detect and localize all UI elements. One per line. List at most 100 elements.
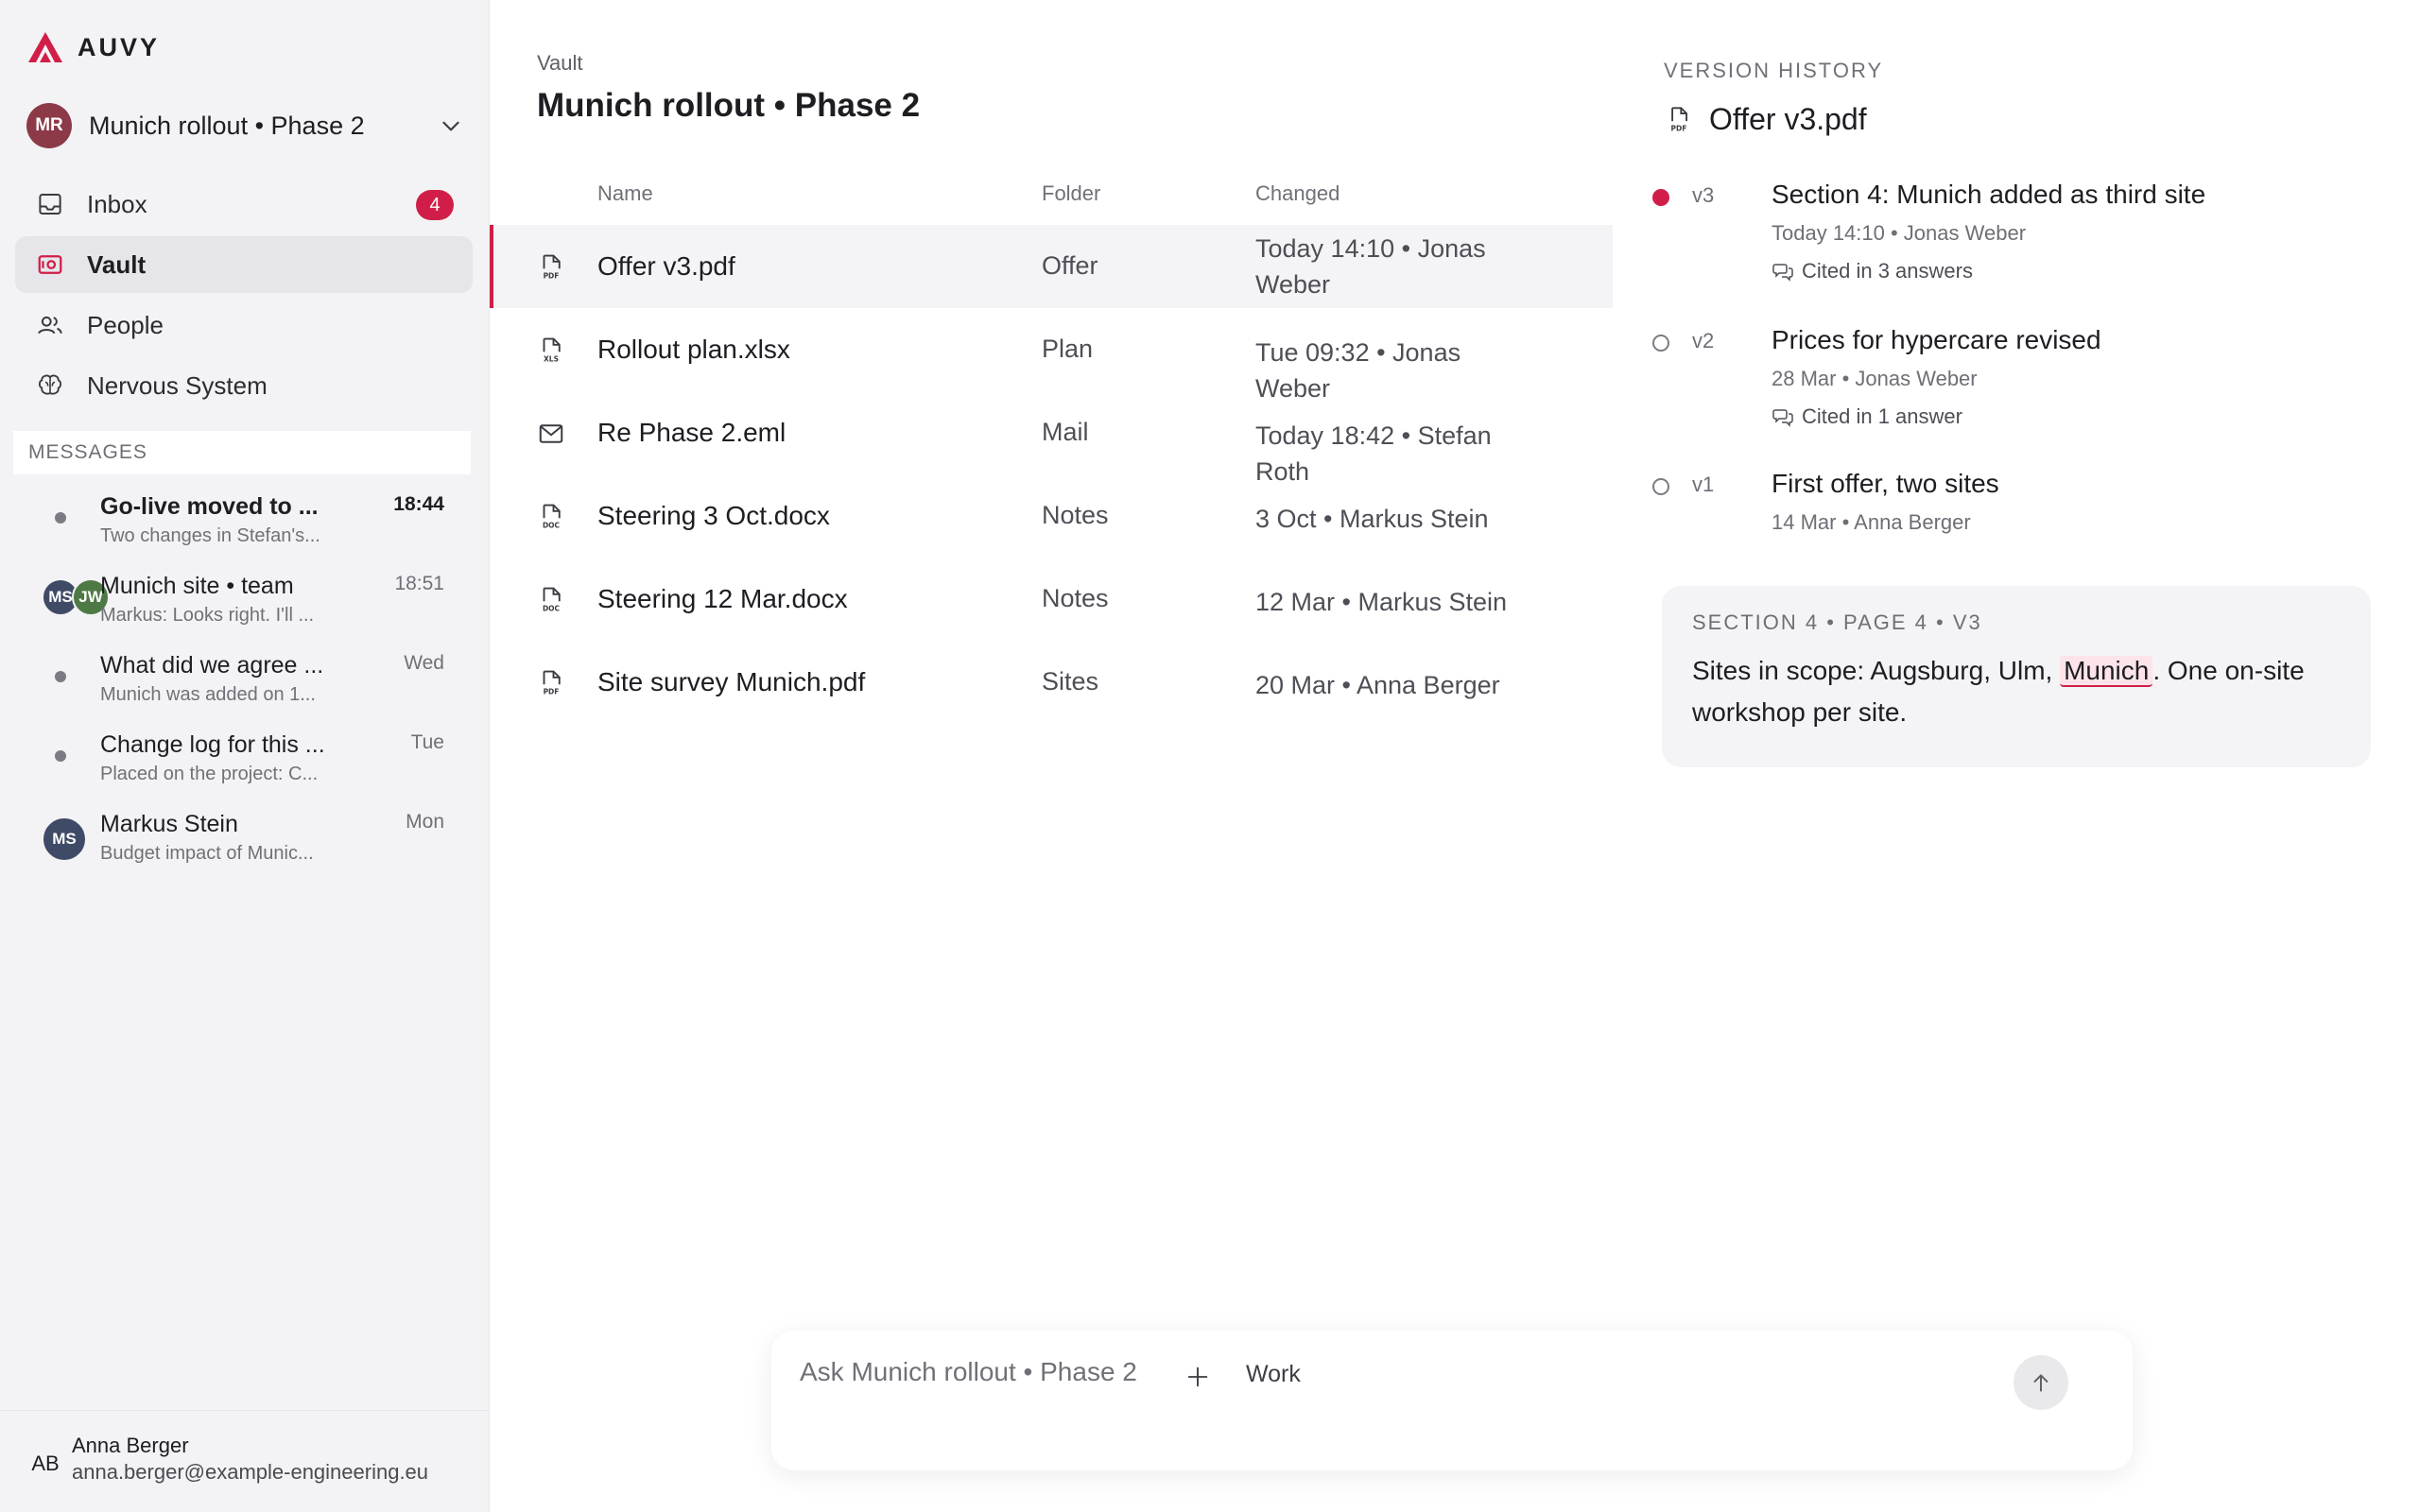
nav-item-vault[interactable]: Vault (15, 236, 473, 293)
column-header-folder[interactable]: Folder (1042, 181, 1100, 206)
file-folder: Offer (1042, 251, 1098, 280)
doc-file-icon: DOC (543, 587, 561, 612)
project-name: Munich rollout • Phase 2 (89, 111, 365, 140)
version-meta: Today 14:10 • Jonas Weber (1772, 221, 2027, 245)
table-row[interactable]: DOC Steering 12 Mar.docx Notes 12 Mar • … (490, 558, 1613, 641)
message-title: What did we agree ... (100, 652, 324, 679)
message-thread[interactable]: What did we agree ... Munich was added o… (38, 646, 454, 713)
pdf-file-icon: PDF (1671, 106, 1687, 132)
breadcrumb[interactable]: Vault (537, 51, 583, 76)
message-time: Tue (410, 731, 444, 753)
table-row[interactable]: XLS Rollout plan.xlsx Plan Tue 09:32 • J… (490, 308, 1613, 403)
user-email: anna.berger@example-engineering.eu (72, 1460, 429, 1484)
main-nav: Inbox 4 Vault People Nervous System (15, 176, 473, 418)
excerpt-highlight[interactable]: Munich (2060, 656, 2153, 687)
app-logo[interactable]: AUVY (26, 30, 160, 64)
table-row[interactable]: DOC Steering 3 Oct.docx Notes 3 Oct • Ma… (490, 474, 1613, 558)
svg-text:DOC: DOC (543, 521, 561, 529)
message-preview: Munich was added on 1... (100, 684, 316, 705)
doc-file-icon: DOC (543, 504, 561, 529)
version-tag: v2 (1692, 329, 1715, 352)
message-title: Markus Stein (100, 811, 238, 837)
inbox-icon (39, 194, 61, 215)
message-thread[interactable]: Change log for this ... Placed on the pr… (38, 726, 454, 792)
sidebar: AUVY MR Munich rollout • Phase 2 Inbox 4… (0, 0, 490, 1512)
spreadsheet-file-icon: XLS (543, 337, 561, 363)
column-header-name[interactable]: Name (597, 181, 653, 206)
version-title: Prices for hypercare revised (1772, 325, 2101, 354)
nav-label-nervous-system: Nervous System (87, 370, 268, 400)
version-cited-text: Cited in 1 answer (1802, 404, 1962, 428)
svg-text:PDF: PDF (544, 687, 560, 696)
file-name: Steering 3 Oct.docx (597, 501, 830, 530)
file-name: Steering 12 Mar.docx (597, 584, 848, 613)
excerpt-text: Sites in scope: Augsburg, Ulm, Munich. O… (1692, 650, 2341, 733)
file-changed: 20 Mar • Anna Berger (1255, 671, 1500, 699)
nav-item-nervous-system[interactable]: Nervous System (15, 357, 473, 414)
version-meta: 28 Mar • Jonas Weber (1772, 367, 1978, 390)
version-citations[interactable]: Cited in 1 answer (1772, 404, 1962, 429)
version-title: Section 4: Munich added as third site (1772, 180, 2206, 209)
excerpt-text-before: Sites in scope: Augsburg, Ulm, (1692, 656, 2061, 685)
message-time: 18:44 (393, 493, 444, 515)
file-folder: Notes (1042, 584, 1109, 612)
message-thread[interactable]: Go-live moved to ... Two changes in Stef… (38, 488, 454, 554)
pdf-file-icon: PDF (543, 254, 561, 280)
add-attachment-button[interactable] (1180, 1359, 1216, 1395)
user-name: Anna Berger (72, 1434, 189, 1457)
message-thread[interactable]: MS Markus Stein Budget impact of Munic..… (38, 805, 454, 871)
chevron-down-icon (442, 121, 459, 131)
inbox-count-badge: 4 (416, 190, 454, 220)
nav-item-inbox[interactable]: Inbox 4 (15, 176, 473, 232)
file-name: Offer v3.pdf (597, 251, 735, 281)
page-title: Munich rollout • Phase 2 (537, 87, 921, 124)
version-tag: v3 (1692, 183, 1715, 207)
file-folder: Notes (1042, 501, 1109, 529)
column-header-changed[interactable]: Changed (1255, 181, 1340, 206)
mode-selector[interactable]: Work (1246, 1361, 1301, 1388)
file-changed: Today 14:10 • Jonas Weber (1255, 234, 1486, 299)
excerpt-location: SECTION 4 • PAGE 4 • V3 (1692, 610, 1982, 634)
file-folder: Mail (1042, 418, 1089, 446)
logo-text: AUVY (78, 32, 161, 61)
file-name: Rollout plan.xlsx (597, 335, 790, 364)
file-name: Site survey Munich.pdf (597, 667, 866, 696)
message-preview: Markus: Looks right. I'll ... (100, 605, 315, 626)
message-title: Munich site • team (100, 573, 294, 599)
people-icon (38, 316, 62, 335)
project-switcher[interactable]: MR Munich rollout • Phase 2 (26, 102, 463, 149)
version-history-file: PDF Offer v3.pdf (1666, 102, 1867, 137)
file-changed: 12 Mar • Markus Stein (1255, 588, 1508, 616)
source-excerpt-card[interactable]: SECTION 4 • PAGE 4 • V3 Sites in scope: … (1662, 586, 2371, 767)
messages-section-header: MESSAGES (13, 431, 471, 474)
version-dot (1652, 335, 1669, 352)
nav-label-inbox: Inbox (87, 189, 147, 218)
vault-icon (38, 255, 62, 274)
version-dot (1652, 478, 1669, 495)
table-row[interactable]: PDF Site survey Munich.pdf Sites 20 Mar … (490, 641, 1613, 724)
nav-label-vault: Vault (87, 249, 147, 279)
version-citations[interactable]: Cited in 3 answers (1772, 259, 1973, 284)
avatar: MS (42, 816, 87, 862)
table-row[interactable]: Re Phase 2.eml Mail Today 18:42 • Stefan… (490, 391, 1613, 486)
message-title: Change log for this ... (100, 731, 325, 758)
current-user[interactable]: AB Anna Berger anna.berger@example-engin… (0, 1410, 490, 1512)
svg-text:XLS: XLS (544, 354, 559, 363)
nav-label-people: People (87, 310, 164, 339)
message-preview: Two changes in Stefan's... (100, 525, 320, 546)
version-history-file-name: Offer v3.pdf (1709, 102, 1867, 136)
ask-input[interactable] (800, 1353, 1178, 1391)
message-thread[interactable]: MS JW Munich site • team Markus: Looks r… (38, 567, 454, 633)
mail-icon (539, 424, 563, 443)
send-button[interactable] (2014, 1355, 2068, 1410)
message-time: Wed (404, 652, 444, 674)
current-version-dot (1652, 189, 1669, 206)
brain-icon (38, 374, 62, 395)
arrow-up-icon (2033, 1374, 2048, 1392)
nav-item-people[interactable]: People (15, 297, 473, 353)
user-avatar: AB (26, 1445, 64, 1483)
table-row[interactable]: PDF Offer v3.pdf Offer Today 14:10 • Jon… (490, 225, 1613, 308)
ask-composer: Work (771, 1331, 2133, 1470)
project-avatar: MR (26, 103, 72, 148)
version-title: First offer, two sites (1772, 469, 1999, 498)
